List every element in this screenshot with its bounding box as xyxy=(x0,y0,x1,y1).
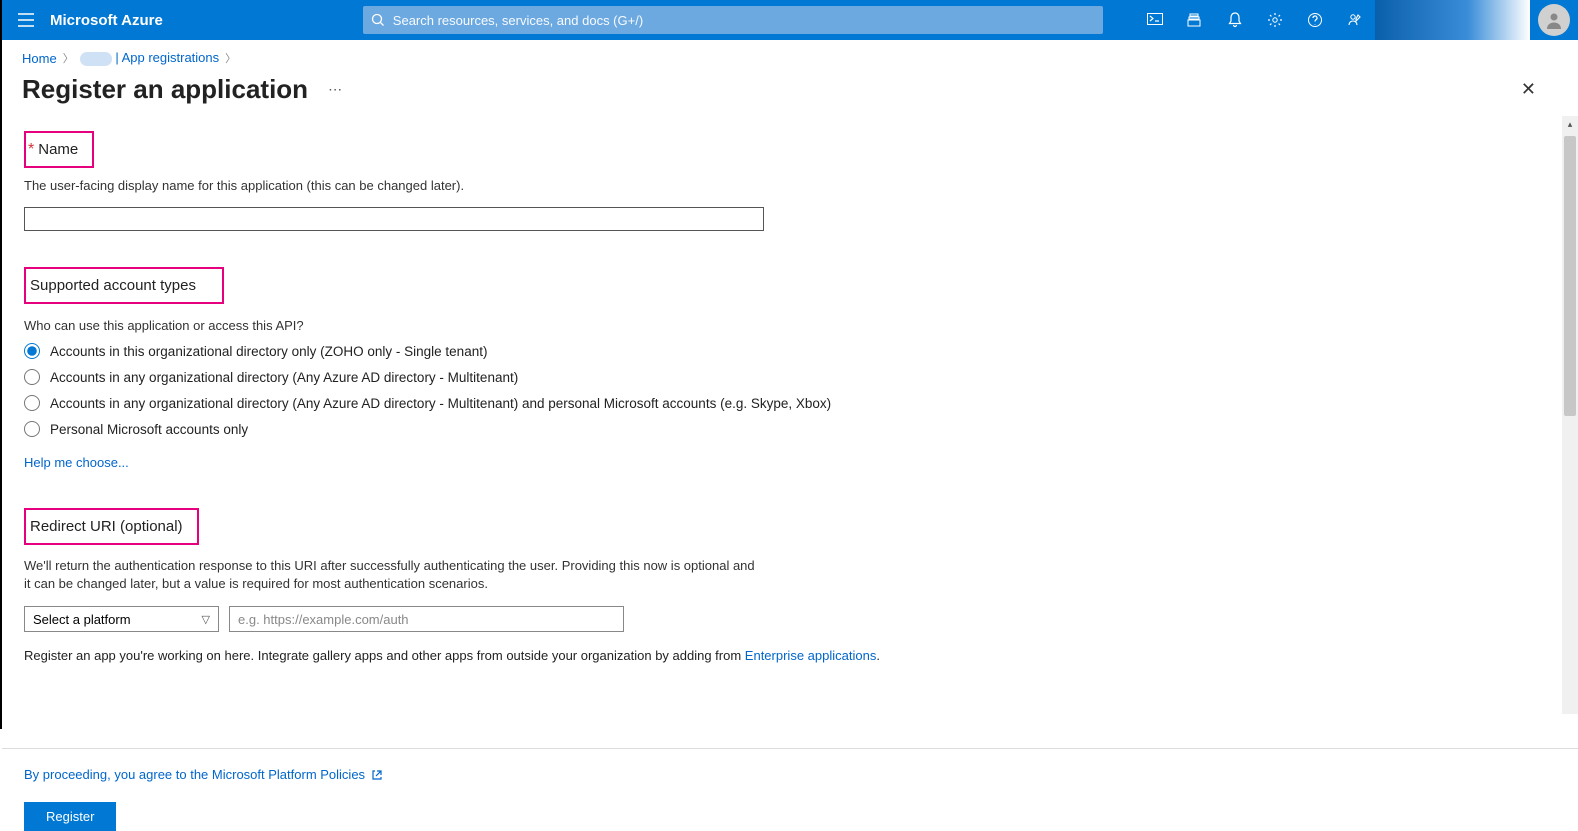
name-heading-annotation: *Name xyxy=(24,131,94,168)
cloud-shell-icon[interactable] xyxy=(1135,0,1175,40)
account-type-label: Personal Microsoft accounts only xyxy=(50,422,248,437)
redirect-uri-description: We'll return the authentication response… xyxy=(24,557,764,592)
help-icon[interactable] xyxy=(1295,0,1335,40)
account-type-label: Accounts in any organizational directory… xyxy=(50,396,831,411)
register-note: Register an app you're working on here. … xyxy=(24,648,1556,663)
breadcrumb: Home 〉 | App registrations 〉 xyxy=(2,40,1578,70)
breadcrumb-tenant[interactable]: | App registrations xyxy=(80,50,219,66)
chevron-down-icon: ▽ xyxy=(202,613,210,626)
scrollbar-thumb[interactable] xyxy=(1564,136,1576,416)
person-icon xyxy=(1544,10,1564,30)
display-name-input[interactable] xyxy=(24,207,764,231)
redirect-uri-row: Select a platform ▽ xyxy=(24,606,1556,632)
account-type-option-0[interactable]: Accounts in this organizational director… xyxy=(24,343,1556,359)
platform-select[interactable]: Select a platform ▽ xyxy=(24,606,219,632)
search-icon xyxy=(371,13,385,27)
footer-separator xyxy=(2,748,1578,749)
more-menu[interactable]: ⋯ xyxy=(328,81,343,98)
top-bar: Microsoft Azure xyxy=(2,0,1578,40)
search-container xyxy=(363,6,1103,34)
help-me-choose-link[interactable]: Help me choose... xyxy=(24,455,129,470)
redirect-uri-annotation: Redirect URI (optional) xyxy=(24,508,199,545)
chevron-right-icon: 〉 xyxy=(63,50,74,66)
hamburger-menu[interactable] xyxy=(2,0,50,40)
content-area: *Name The user-facing display name for t… xyxy=(2,111,1578,726)
search-input[interactable] xyxy=(363,6,1103,34)
account-type-option-3[interactable]: Personal Microsoft accounts only xyxy=(24,421,1556,437)
enterprise-applications-link[interactable]: Enterprise applications xyxy=(745,648,877,663)
breadcrumb-home[interactable]: Home xyxy=(22,51,57,66)
account-types-heading: Supported account types xyxy=(28,273,202,298)
platform-select-value: Select a platform xyxy=(33,612,131,627)
account-type-option-1[interactable]: Accounts in any organizational directory… xyxy=(24,369,1556,385)
account-type-label: Accounts in any organizational directory… xyxy=(50,370,518,385)
radio-multitenant-personal[interactable] xyxy=(24,395,40,411)
account-avatar[interactable] xyxy=(1538,4,1570,36)
account-type-label: Accounts in this organizational director… xyxy=(50,344,487,359)
name-description: The user-facing display name for this ap… xyxy=(24,178,1556,193)
name-heading: Name xyxy=(36,137,84,162)
account-type-option-2[interactable]: Accounts in any organizational directory… xyxy=(24,395,1556,411)
platform-policies-link[interactable]: By proceeding, you agree to the Microsof… xyxy=(24,767,383,782)
external-link-icon xyxy=(371,769,383,781)
account-types-question: Who can use this application or access t… xyxy=(24,318,1556,333)
directories-icon[interactable] xyxy=(1175,0,1215,40)
page-title: Register an application xyxy=(22,74,308,105)
vertical-scrollbar[interactable]: ▴ xyxy=(1562,116,1578,714)
radio-single-tenant[interactable] xyxy=(24,343,40,359)
settings-icon[interactable] xyxy=(1255,0,1295,40)
register-button[interactable]: Register xyxy=(24,802,116,831)
feedback-icon[interactable] xyxy=(1335,0,1375,40)
radio-personal-only[interactable] xyxy=(24,421,40,437)
chevron-right-icon: 〉 xyxy=(225,50,236,66)
account-strip xyxy=(1375,0,1530,40)
radio-multitenant[interactable] xyxy=(24,369,40,385)
account-types-annotation: Supported account types xyxy=(24,267,224,304)
redirect-uri-heading: Redirect URI (optional) xyxy=(28,514,189,539)
scroll-up-arrow[interactable]: ▴ xyxy=(1562,116,1578,132)
notifications-icon[interactable] xyxy=(1215,0,1255,40)
redirect-uri-input[interactable] xyxy=(229,606,624,632)
brand-label: Microsoft Azure xyxy=(50,12,183,29)
page-header: Register an application ⋯ ✕ xyxy=(2,70,1578,111)
close-icon[interactable]: ✕ xyxy=(1517,75,1540,104)
menu-icon xyxy=(18,13,34,27)
topbar-icons xyxy=(1135,0,1578,40)
required-asterisk: * xyxy=(28,141,34,158)
